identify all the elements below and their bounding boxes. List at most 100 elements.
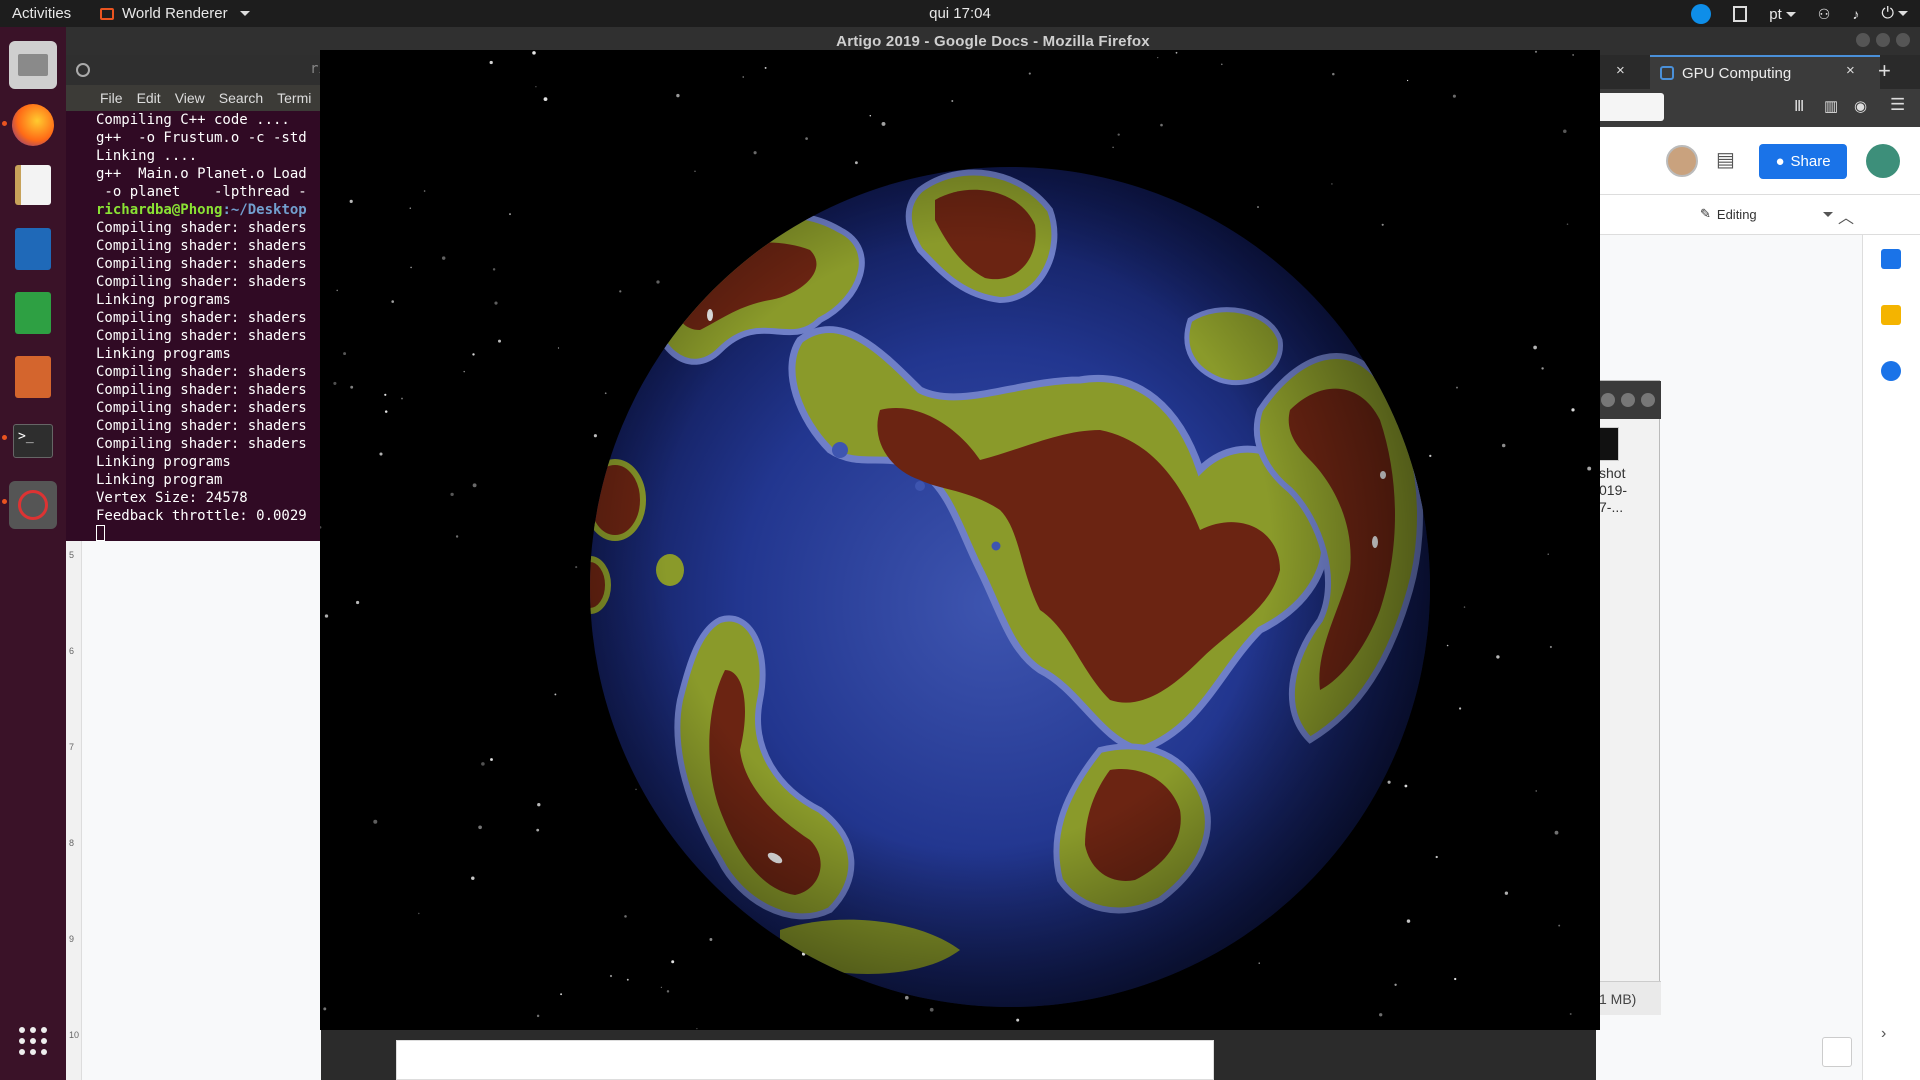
- star: [951, 100, 954, 102]
- terminal-line: Linking program: [96, 472, 223, 488]
- network-icon[interactable]: ⚇: [1818, 6, 1831, 23]
- terminal-line: Compiling shader: shaders: [96, 220, 307, 236]
- menu-edit[interactable]: Edit: [137, 90, 161, 106]
- star: [536, 1014, 540, 1018]
- document-page[interactable]: [396, 1040, 1214, 1080]
- star: [1435, 855, 1438, 859]
- calendar-icon[interactable]: [1881, 249, 1901, 269]
- dock: >_: [0, 27, 66, 1080]
- star: [418, 912, 420, 915]
- menu-search[interactable]: Search: [219, 90, 263, 106]
- url-bar[interactable]: [1596, 93, 1664, 121]
- show-apps-icon[interactable]: [9, 1017, 57, 1065]
- terminal-menubar: File Edit View Search Termi: [66, 85, 322, 111]
- user-avatar[interactable]: [1866, 144, 1900, 178]
- close-tab-icon[interactable]: ×: [1616, 62, 1625, 79]
- tab-strip: × GPU Computing × +: [1596, 55, 1920, 89]
- calc-icon[interactable]: [9, 289, 57, 337]
- collaborator-avatar[interactable]: [1666, 145, 1698, 177]
- firefox-icon[interactable]: [9, 101, 57, 149]
- terminal-line: Compiling shader: shaders: [96, 238, 307, 254]
- writer-icon[interactable]: [9, 225, 57, 273]
- star: [356, 600, 360, 605]
- menu-terminal[interactable]: Termi: [277, 90, 311, 106]
- files-app-icon[interactable]: [9, 41, 57, 89]
- terminal-line: Compiling shader: shaders: [96, 328, 307, 344]
- ruler-mark: 9: [69, 934, 75, 944]
- star: [1112, 146, 1114, 149]
- maximize-button[interactable]: [1621, 393, 1635, 407]
- terminal-menu-icon[interactable]: [76, 63, 90, 77]
- system-tray: pt ⚇ ♪ ⏻: [1691, 4, 1908, 24]
- world-renderer-viewport[interactable]: [320, 50, 1600, 1030]
- star: [1394, 983, 1397, 986]
- share-button[interactable]: ● Share: [1759, 144, 1847, 179]
- world-renderer-icon[interactable]: [9, 481, 57, 529]
- star: [929, 1007, 934, 1012]
- terminal-line: Compiling shader: shaders: [96, 418, 307, 434]
- clock[interactable]: qui 17:04: [0, 5, 1920, 22]
- minimize-button[interactable]: [1856, 33, 1870, 47]
- star: [1381, 223, 1384, 226]
- star: [656, 280, 660, 284]
- prompt-path: :~/Desktop: [222, 202, 307, 218]
- star: [1257, 206, 1259, 208]
- file-thumbnail[interactable]: [1599, 427, 1619, 461]
- star: [742, 76, 744, 78]
- star: [869, 115, 872, 117]
- keep-icon[interactable]: [1881, 305, 1901, 325]
- star: [1456, 386, 1458, 389]
- tasks-icon[interactable]: [1881, 361, 1901, 381]
- sidebar-icon[interactable]: ▥: [1824, 97, 1838, 115]
- terminal-icon[interactable]: >_: [9, 417, 57, 465]
- explore-button[interactable]: [1822, 1037, 1852, 1067]
- chevron-up-icon[interactable]: ︿: [1838, 204, 1854, 228]
- star: [1446, 644, 1449, 647]
- star: [593, 434, 597, 438]
- account-icon[interactable]: ◉: [1854, 97, 1867, 115]
- star: [492, 268, 496, 271]
- star: [1331, 183, 1333, 185]
- text-editor-icon[interactable]: [9, 161, 57, 209]
- minimize-button[interactable]: [1601, 393, 1615, 407]
- menu-file[interactable]: File: [100, 90, 123, 106]
- terminal-window[interactable]: ri File Edit View Search Termi Compiling…: [66, 55, 327, 541]
- language-indicator[interactable]: pt: [1769, 6, 1796, 23]
- pencil-icon: ✎: [1700, 206, 1711, 221]
- comments-icon[interactable]: ▤: [1716, 147, 1735, 172]
- star: [1563, 129, 1567, 134]
- library-icon[interactable]: Ⅲ: [1794, 97, 1804, 115]
- menu-icon[interactable]: ☰: [1890, 95, 1905, 115]
- star: [676, 93, 680, 98]
- terminal-line: Linking programs: [96, 346, 231, 362]
- star: [472, 353, 475, 356]
- menu-view[interactable]: View: [175, 90, 205, 106]
- star: [709, 938, 713, 941]
- close-button[interactable]: [1641, 393, 1655, 407]
- teamviewer-icon[interactable]: [1691, 4, 1712, 24]
- terminal-line: Compiling shader: shaders: [96, 400, 307, 416]
- notes-icon[interactable]: [1733, 6, 1748, 22]
- chevron-right-icon[interactable]: ›: [1881, 1025, 1886, 1043]
- impress-icon[interactable]: [9, 353, 57, 401]
- status-bar: 1 MB): [1597, 981, 1661, 1015]
- star: [1572, 54, 1574, 56]
- star: [320, 526, 322, 529]
- close-tab-icon[interactable]: ×: [1846, 62, 1855, 79]
- star: [391, 300, 394, 303]
- star: [441, 256, 446, 260]
- planet-shadow: [590, 167, 1430, 1007]
- close-button[interactable]: [1896, 33, 1910, 47]
- star: [1157, 56, 1159, 59]
- share-label: Share: [1790, 153, 1831, 170]
- editing-mode-dropdown[interactable]: ✎ Editing: [1700, 206, 1833, 222]
- power-icon[interactable]: ⏻: [1881, 5, 1908, 23]
- star: [1569, 1013, 1572, 1015]
- volume-icon[interactable]: ♪: [1852, 6, 1859, 22]
- star: [1016, 1018, 1020, 1022]
- star: [1558, 924, 1561, 927]
- new-tab-button[interactable]: +: [1878, 58, 1891, 84]
- star: [401, 397, 403, 400]
- maximize-button[interactable]: [1876, 33, 1890, 47]
- star: [379, 452, 383, 456]
